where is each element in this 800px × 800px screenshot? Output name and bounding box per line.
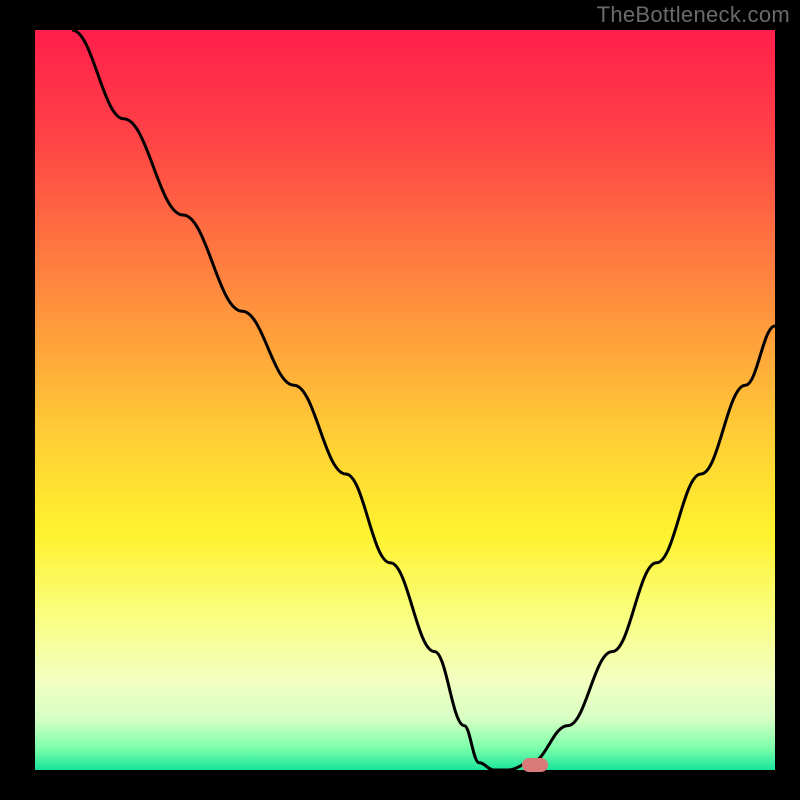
gradient-plot-svg: [35, 30, 775, 770]
optimal-marker: [522, 758, 548, 772]
watermark-text: TheBottleneck.com: [597, 2, 790, 28]
plot-area: [35, 30, 775, 770]
chart-frame: TheBottleneck.com: [0, 0, 800, 800]
gradient-background: [35, 30, 775, 770]
